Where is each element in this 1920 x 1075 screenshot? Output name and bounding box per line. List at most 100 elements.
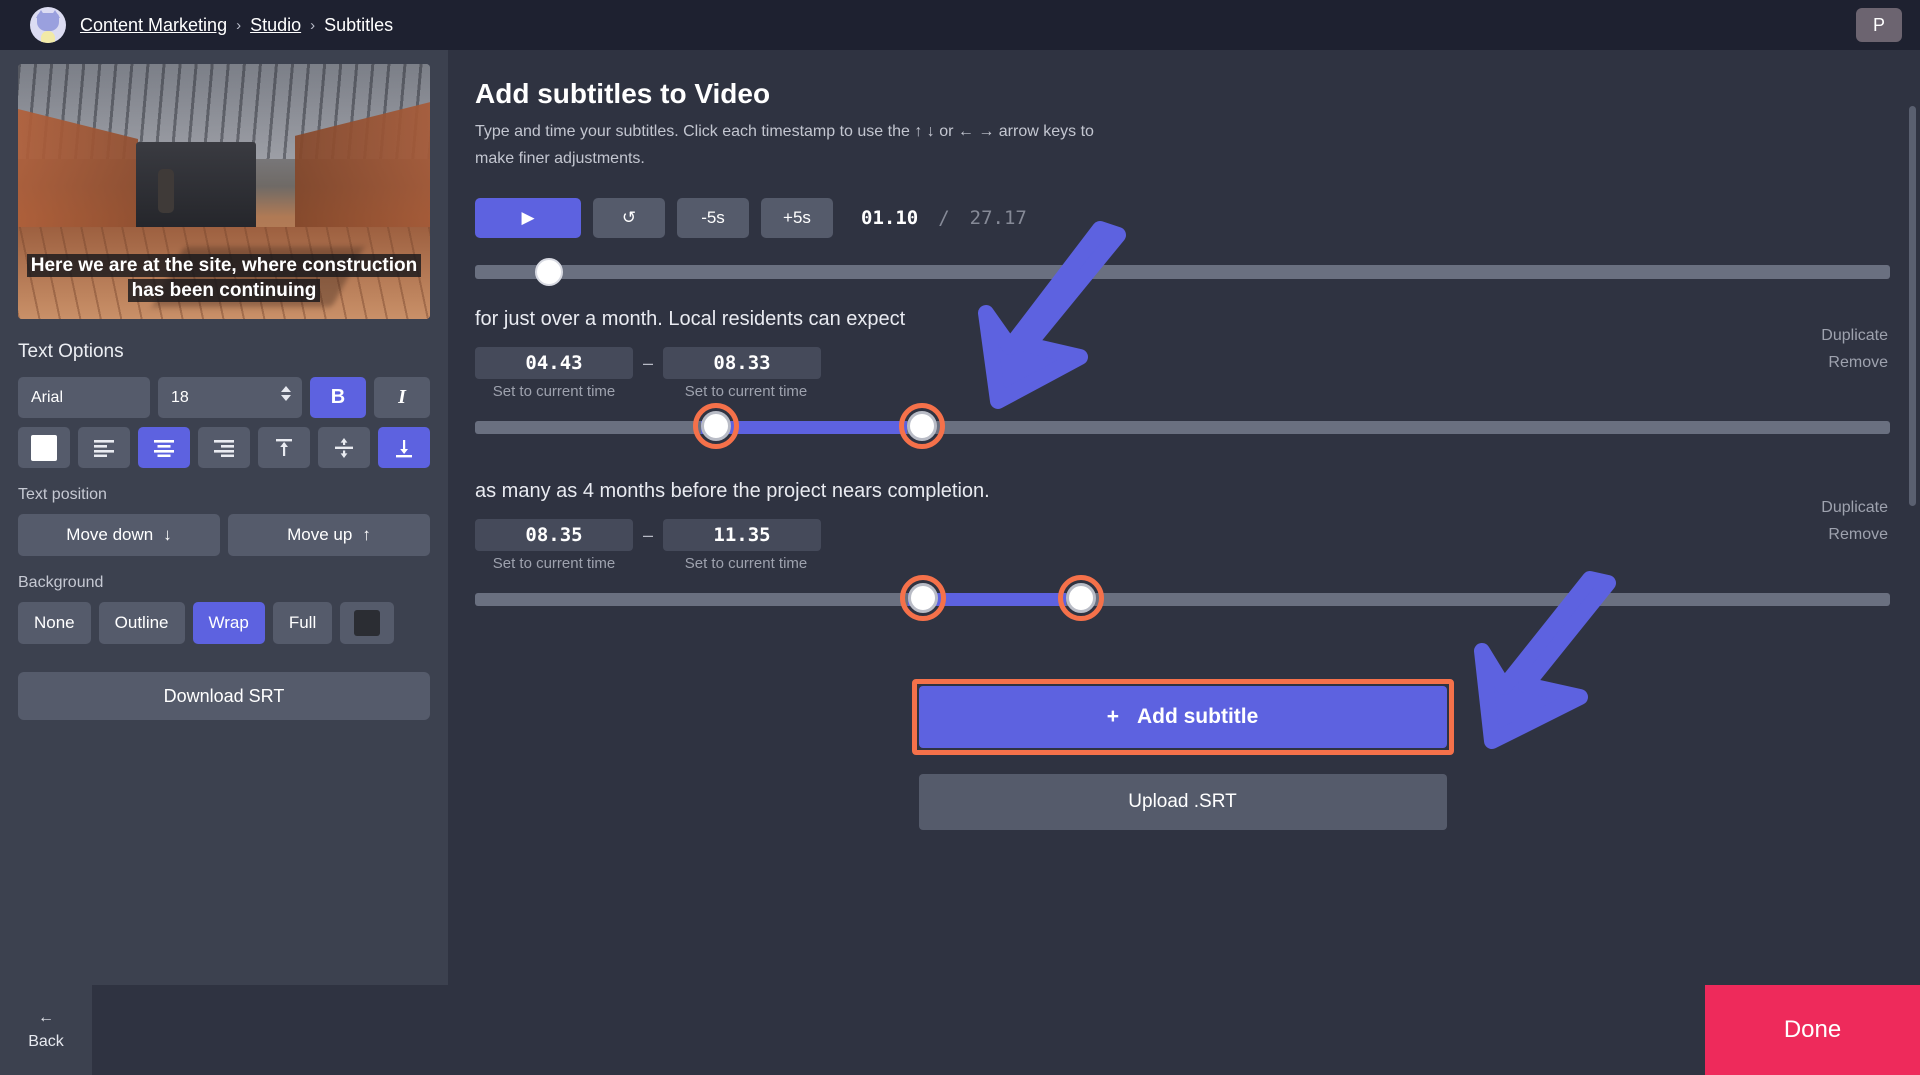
text-color-swatch[interactable] [18, 427, 70, 468]
back-button[interactable]: ← Back [0, 985, 92, 1075]
done-button[interactable]: Done [1705, 985, 1920, 1075]
video-preview[interactable]: Here we are at the site, where construct… [18, 64, 430, 319]
set-end-to-current-time[interactable]: Set to current time [667, 383, 825, 400]
subtitle-actions: Duplicate Remove [1821, 494, 1888, 548]
subtitle-end-time[interactable]: 11.35 [663, 519, 822, 551]
remove-subtitle-link[interactable]: Remove [1821, 349, 1888, 376]
align-bottom-button[interactable] [378, 427, 430, 468]
background-option-outline[interactable]: Outline [98, 602, 185, 644]
remove-subtitle-link[interactable]: Remove [1821, 521, 1888, 548]
font-controls-row: Arial 18 B I [18, 377, 430, 418]
preview-caption: Here we are at the site, where construct… [18, 253, 430, 303]
set-time-row: Set to current time Set to current time [475, 555, 1890, 572]
breadcrumb: Content Marketing › Studio › Subtitles [80, 15, 393, 36]
subtitle-text-input[interactable]: as many as 4 months before the project n… [475, 480, 1890, 503]
arrow-up-icon: ↑ [362, 525, 371, 544]
upload-srt-button[interactable]: Upload .SRT [918, 774, 1447, 830]
text-position-row: Move down ↓ Move up ↑ [18, 514, 430, 556]
play-button[interactable]: ▶ [475, 198, 581, 238]
align-top-button[interactable] [258, 427, 310, 468]
text-position-label: Text position [18, 486, 107, 503]
page-description: Type and time your subtitles. Click each… [475, 123, 1094, 167]
breadcrumb-separator-icon: › [310, 16, 316, 34]
move-down-button[interactable]: Move down ↓ [18, 514, 220, 556]
font-size-value: 18 [171, 388, 189, 406]
subtitle-time-row: 04.43 – 08.33 [475, 347, 1890, 379]
preview-tunnel [136, 142, 256, 232]
font-family-select[interactable]: Arial [18, 377, 150, 418]
range-end-handle[interactable] [1066, 583, 1097, 613]
bold-button[interactable]: B [310, 377, 366, 418]
font-size-stepper[interactable]: 18 [158, 377, 302, 418]
subtitle-range-slider[interactable] [475, 403, 1890, 449]
subtitle-start-time[interactable]: 04.43 [475, 347, 633, 379]
align-bottom-icon [396, 439, 412, 457]
move-up-button[interactable]: Move up ↑ [228, 514, 430, 556]
subtitle-start-time[interactable]: 08.35 [475, 519, 633, 551]
time-dash: – [643, 524, 654, 545]
align-middle-icon [335, 437, 353, 458]
move-up-label: Move up [287, 525, 353, 544]
subtitle-row: for just over a month. Local residents c… [475, 308, 1890, 449]
profile-button[interactable]: P [1856, 8, 1902, 42]
set-time-row: Set to current time Set to current time [475, 383, 1890, 400]
breadcrumb-workspace[interactable]: Content Marketing [80, 15, 227, 36]
range-track[interactable] [475, 593, 1890, 606]
duplicate-subtitle-link[interactable]: Duplicate [1821, 322, 1888, 349]
background-color-swatch[interactable] [340, 602, 395, 644]
subtitle-end-time[interactable]: 08.33 [663, 347, 822, 379]
set-start-to-current-time[interactable]: Set to current time [475, 555, 633, 572]
background-option-wrap[interactable]: Wrap [192, 602, 265, 644]
background-row: None Outline Wrap Full [18, 602, 430, 644]
main-scrollbar[interactable] [1909, 106, 1916, 506]
cat-avatar[interactable] [30, 7, 66, 43]
subtitle-range-slider[interactable] [475, 575, 1890, 621]
playback-controls: ▶ ↺ -5s +5s 01.10 / 27.17 [475, 198, 1890, 238]
add-subtitle-button[interactable]: + Add subtitle [918, 686, 1447, 748]
download-srt-button[interactable]: Download SRT [18, 672, 430, 720]
preview-caption-text: Here we are at the site, where construct… [26, 254, 422, 302]
stepper-arrows-icon[interactable] [281, 386, 291, 401]
top-bar: Content Marketing › Studio › Subtitles P [0, 0, 1920, 50]
align-left-icon [94, 439, 114, 457]
align-left-button[interactable] [78, 427, 130, 468]
range-track[interactable] [475, 421, 1890, 434]
subtitles-main-panel: Add subtitles to Video Type and time you… [448, 50, 1920, 985]
time-dash: – [643, 352, 654, 373]
subtitle-actions: Duplicate Remove [1821, 322, 1888, 376]
background-option-full[interactable]: Full [272, 602, 333, 644]
scrubber-handle[interactable] [535, 258, 563, 286]
current-time: 01.10 [861, 207, 919, 229]
color-swatch-icon [31, 434, 57, 461]
breadcrumb-current: Subtitles [324, 14, 394, 35]
align-right-button[interactable] [198, 427, 250, 468]
background-option-none[interactable]: None [18, 602, 91, 644]
breadcrumb-studio[interactable]: Studio [250, 15, 301, 36]
forward-5s-button[interactable]: +5s [761, 198, 833, 238]
restart-button[interactable]: ↺ [593, 198, 665, 238]
subtitle-row: as many as 4 months before the project n… [475, 480, 1890, 621]
page-title: Add subtitles to Video [475, 78, 771, 109]
align-middle-button[interactable] [318, 427, 370, 468]
scrubber-track[interactable] [475, 265, 1890, 279]
set-start-to-current-time[interactable]: Set to current time [475, 383, 633, 400]
move-down-label: Move down [66, 525, 154, 544]
italic-button[interactable]: I [374, 377, 430, 418]
range-start-handle[interactable] [701, 411, 732, 441]
duplicate-subtitle-link[interactable]: Duplicate [1821, 494, 1888, 521]
add-subtitle-label: Add subtitle [1136, 705, 1259, 728]
preview-person [158, 169, 174, 213]
back-arrow-icon: ← [38, 1009, 54, 1026]
subtitle-text-input[interactable]: for just over a month. Local residents c… [475, 308, 1890, 331]
alignment-row [18, 427, 430, 468]
back-label: Back [28, 1033, 64, 1050]
text-options-sidebar: Here we are at the site, where construct… [0, 50, 448, 985]
rewind-5s-button[interactable]: -5s [677, 198, 749, 238]
video-scrubber[interactable] [475, 258, 1890, 286]
align-center-button[interactable] [138, 427, 190, 468]
cat-head-icon [37, 13, 59, 31]
cat-body-icon [41, 31, 55, 43]
range-start-handle[interactable] [907, 583, 938, 613]
set-end-to-current-time[interactable]: Set to current time [667, 555, 825, 572]
range-end-handle[interactable] [906, 411, 937, 441]
